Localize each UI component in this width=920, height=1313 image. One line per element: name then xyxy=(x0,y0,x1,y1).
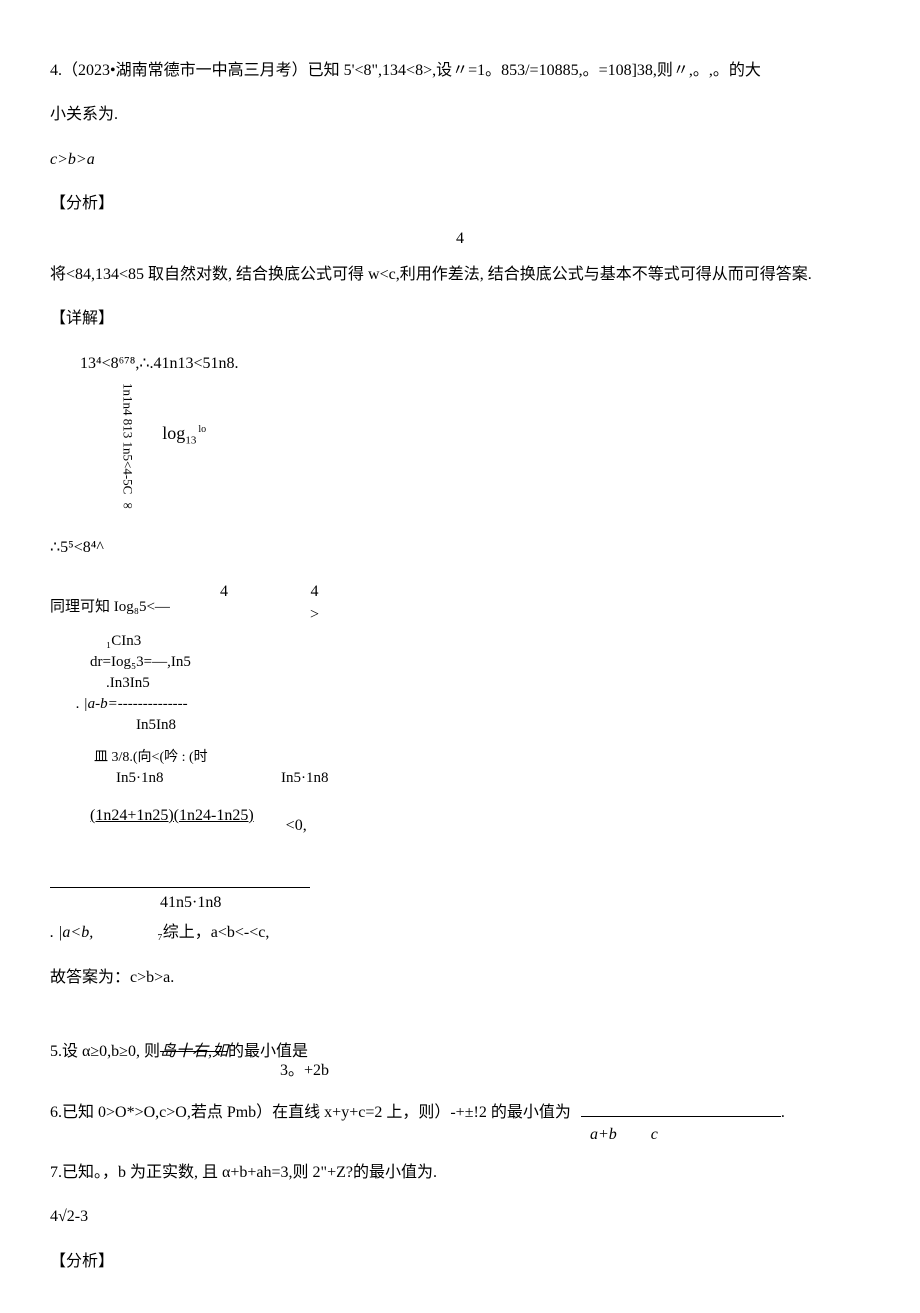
q7-answer: 4√2-3 xyxy=(50,1206,870,1228)
q4-step1: 13⁴<8⁶⁷⁸,∴.41n13<51n8. xyxy=(50,353,870,375)
q4-row44-label: 同理可知 Iog₈5<— xyxy=(50,597,170,618)
q4-dr-r4: In5In8 xyxy=(136,715,870,736)
q4-m38b-right: In5·1n8 xyxy=(281,770,329,786)
q7-analysis-label: 【分析】 xyxy=(50,1251,870,1273)
q4-stem-line2: 小关系为. xyxy=(50,104,870,126)
q4-dr-r3: . |a-b=-------------- xyxy=(76,694,870,715)
q4-m38b: In5·1n8 In5·1n8 xyxy=(116,768,870,789)
q4-dr-r1: ₁CIn3 xyxy=(106,631,870,652)
q4-vertical-text: 1n1n4 813 1n5<4-5C ∞ xyxy=(120,383,134,513)
q4-log13: log13lo xyxy=(162,421,206,449)
q7-stem: 7.已知。，b 为正实数, 且 α+b+ah=3,则 2"+Z?的最小值为. xyxy=(50,1162,870,1184)
q6-sub: a+b c xyxy=(50,1124,870,1146)
q4-dr-r2: dr=Iog₅3=—,In5 xyxy=(90,652,870,673)
q6-blank xyxy=(581,1102,781,1117)
q4-m38b-left: In5·1n8 xyxy=(116,770,164,786)
q4-alt-b: ₇综上，a<b<-<c, xyxy=(157,922,269,944)
q4-row-44: 同理可知 Iog₈5<— 4 4 > xyxy=(50,581,870,621)
q4-alt-a: . |a<b, xyxy=(50,922,93,944)
q4-stem-line1: 4.（2023•湖南常德市一中高三月考）已知 5'<8",134<8>,设〃=1… xyxy=(50,60,870,82)
q5-stem-b: 的最小值是 xyxy=(228,1043,308,1060)
q4-analysis-label: 【分析】 xyxy=(50,193,870,215)
q4-stem-text1: 4.（2023•湖南常德市一中高三月考）已知 5'<8",134<8>,设〃=1… xyxy=(50,62,761,79)
q4-after-hr: 41n5·1n8 xyxy=(160,892,870,914)
q4-row44-f1: 4 xyxy=(220,581,228,626)
q4-m38a: 皿 3/8.(向<(吟 : (时 xyxy=(94,748,870,768)
q4-dr-r3pre: .In3In5 xyxy=(106,673,870,694)
divider-line xyxy=(50,887,310,888)
q4-step2: ∴5⁵<8⁴^ xyxy=(50,537,870,559)
q6-ab: a+b xyxy=(590,1124,617,1146)
q4-row44-f2: 4 > xyxy=(310,581,319,626)
q5-sub: 3。+2b xyxy=(280,1060,870,1082)
q4-stem-text2: 小关系为. xyxy=(50,106,118,123)
q4-analysis-text: 将<84,134<85 取自然对数, 结合换底公式可得 w<c,利用作差法, 结… xyxy=(50,264,870,286)
q4-ln-underline: (1n24+1n25)(1n24-1n25) xyxy=(90,807,254,824)
q6-c: c xyxy=(651,1124,658,1146)
q5-stem-a: 5.设 α≥0,b≥0, 则 xyxy=(50,1043,160,1060)
q4-ln-lt0: <0, xyxy=(286,815,307,837)
q4-dr-block: ₁CIn3 dr=Iog₅3=—,In5 .In3In5 . |a-b=----… xyxy=(76,631,870,736)
q4-center-four: 4 xyxy=(50,228,870,250)
q4-answer-inequality: c>b>a xyxy=(50,149,870,171)
q4-ln-row: (1n24+1n25)(1n24-1n25) <0, xyxy=(90,805,870,827)
q4-row-alt: . |a<b, ₇综上，a<b<-<c, xyxy=(50,922,870,944)
q4-detail-label: 【详解】 xyxy=(50,308,870,330)
q4-vertical-cluster: 1n1n4 813 1n5<4-5C ∞ log13lo xyxy=(50,377,870,513)
q5-stem-strike: 岛十右,如 xyxy=(160,1043,228,1060)
q6-stem: 6.已知 0>O*>O,c>O,若点 Pmb）在直线 x+y+c=2 上，则）-… xyxy=(50,1100,870,1126)
q4-final: 故答案为：c>b>a. xyxy=(50,967,870,989)
